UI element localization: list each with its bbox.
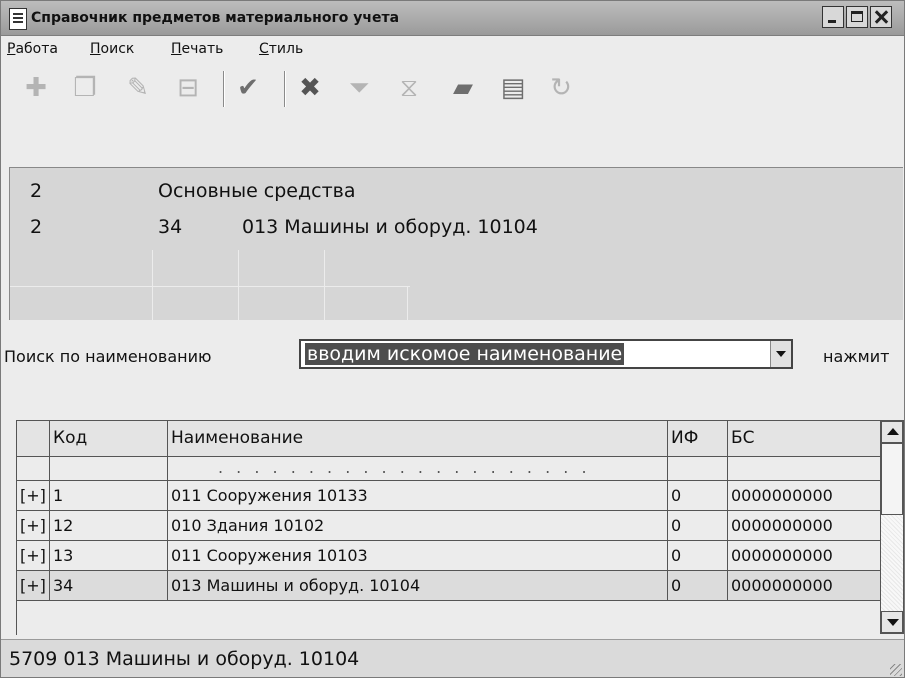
cell-name: 010 Здания 10102 — [168, 511, 668, 541]
header-code[interactable]: Код — [50, 421, 168, 457]
cell-name: . . . . . . . . . . . . . . . . . . . . … — [168, 457, 668, 481]
scrollbar-thumb[interactable] — [881, 443, 903, 515]
header-if[interactable]: ИФ — [668, 421, 728, 457]
cell-if — [668, 457, 728, 481]
search-hint: нажмит — [823, 347, 890, 366]
print-icon[interactable]: ▤ — [498, 73, 528, 103]
menu-item-work[interactable]: Работа — [7, 41, 58, 57]
vertical-scrollbar[interactable] — [880, 420, 904, 634]
header-expand — [17, 421, 50, 457]
cell-bs: 0000000000 — [728, 541, 881, 571]
table-row[interactable]: [+] 1 011 Сооружения 10133 0 0000000000 — [17, 481, 881, 511]
checkmark-icon[interactable]: ✔ — [233, 73, 263, 103]
status-bar: 5709 013 Машины и оборуд. 10104 — [1, 639, 904, 677]
menu-item-search[interactable]: Поиск — [90, 41, 134, 57]
cell-code: 12 — [50, 511, 168, 541]
delete-row-icon[interactable]: ⊟ — [173, 73, 203, 103]
expand-toggle[interactable]: [+] — [17, 571, 50, 601]
table-header: Код Наименование ИФ БС — [17, 421, 881, 457]
search-input[interactable]: вводим искомое наименование — [305, 343, 625, 365]
document-icon — [9, 8, 27, 30]
window-title: Справочник предметов материального учета — [31, 10, 400, 26]
cell-name: 013 Машины и оборуд. 10104 — [168, 571, 668, 601]
refresh-icon[interactable]: ↻ — [546, 73, 576, 103]
folder-icon[interactable]: ▰ — [448, 73, 478, 103]
filter-icon[interactable]: ⏷ — [344, 73, 374, 103]
cell-bs: 0000000000 — [728, 481, 881, 511]
cell-bs — [728, 457, 881, 481]
cell-code: 1 — [50, 481, 168, 511]
expand-toggle[interactable]: [+] — [17, 541, 50, 571]
search-combobox[interactable]: вводим искомое наименование — [299, 339, 793, 369]
panel-divider — [238, 250, 239, 320]
search-label: Поиск по наименованию — [4, 347, 212, 366]
cell-code: 13 — [50, 541, 168, 571]
cell-expand — [17, 457, 50, 481]
expand-toggle[interactable]: [+] — [17, 481, 50, 511]
resize-grip-icon[interactable] — [890, 664, 902, 676]
maximize-button[interactable] — [846, 6, 868, 28]
cell-if: 0 — [668, 571, 728, 601]
table-row[interactable]: [+] 13 011 Сооружения 10103 0 0000000000 — [17, 541, 881, 571]
toolbar-separator — [284, 71, 286, 107]
table-row[interactable]: [+] 12 010 Здания 10102 0 0000000000 — [17, 511, 881, 541]
cell-name: 011 Сооружения 10133 — [168, 481, 668, 511]
header-bs[interactable]: БС — [728, 421, 881, 457]
status-text: 5709 013 Машины и оборуд. 10104 — [9, 648, 360, 670]
minimize-button[interactable] — [822, 6, 844, 28]
info-level: 2 — [30, 216, 43, 238]
edit-icon[interactable]: ✎ — [123, 73, 153, 103]
title-bar[interactable]: Справочник предметов материального учета — [1, 1, 904, 36]
panel-divider — [407, 286, 408, 320]
table-row[interactable]: . . . . . . . . . . . . . . . . . . . . … — [17, 457, 881, 481]
cell-bs: 0000000000 — [728, 511, 881, 541]
panel-divider — [152, 250, 153, 320]
cell-code — [50, 457, 168, 481]
cell-code: 34 — [50, 571, 168, 601]
toolbar: ✚ ❐ ✎ ⊟ ✔ ✖ ⏷ ⧖ ▰ ▤ ↻ — [1, 67, 904, 113]
cell-bs: 0000000000 — [728, 571, 881, 601]
cell-if: 0 — [668, 511, 728, 541]
close-button[interactable] — [870, 6, 892, 28]
toolbar-separator — [223, 71, 225, 107]
app-window: Справочник предметов материального учета… — [0, 0, 905, 678]
menu-bar: Работа Поиск Печать Стиль — [1, 35, 904, 63]
clear-filter-icon[interactable]: ⧖ — [394, 73, 424, 103]
add-row-icon[interactable]: ✚ — [21, 73, 51, 103]
items-table[interactable]: Код Наименование ИФ БС . . . . . . . . .… — [16, 420, 881, 635]
menu-item-print[interactable]: Печать — [171, 41, 223, 57]
expand-toggle[interactable]: [+] — [17, 511, 50, 541]
header-name[interactable]: Наименование — [168, 421, 668, 457]
scroll-down-arrow-icon[interactable] — [881, 611, 903, 633]
dropdown-arrow-icon[interactable] — [770, 341, 791, 367]
cancel-icon[interactable]: ✖ — [295, 73, 325, 103]
cell-if: 0 — [668, 481, 728, 511]
scroll-up-arrow-icon[interactable] — [881, 421, 903, 443]
cell-if: 0 — [668, 541, 728, 571]
table-row-selected[interactable]: [+] 34 013 Машины и оборуд. 10104 0 0000… — [17, 571, 881, 601]
info-code: 34 — [158, 216, 183, 238]
copy-icon[interactable]: ❐ — [70, 73, 100, 103]
info-panel: 2 Основные средства 2 34 013 Машины и об… — [9, 167, 903, 320]
info-item-name: 013 Машины и оборуд. 10104 — [242, 216, 538, 238]
info-group-name: Основные средства — [158, 180, 356, 202]
info-level: 2 — [30, 180, 43, 202]
panel-divider — [324, 250, 325, 320]
panel-divider — [10, 286, 410, 287]
cell-name: 011 Сооружения 10103 — [168, 541, 668, 571]
menu-item-style[interactable]: Стиль — [259, 41, 303, 57]
